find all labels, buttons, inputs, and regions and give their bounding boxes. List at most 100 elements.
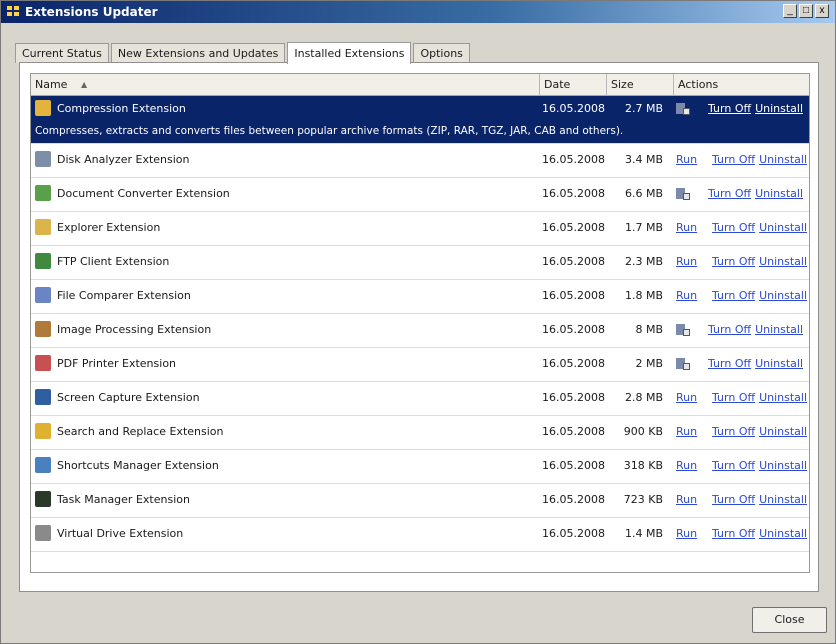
- size-cell: 3.4 MB: [624, 153, 663, 166]
- extension-name: Compression Extension: [57, 102, 186, 115]
- date-cell: 16.05.2008: [542, 221, 605, 234]
- extension-name-cell: Virtual Drive Extension: [35, 518, 540, 552]
- turn-off-link[interactable]: Turn Off: [712, 153, 755, 166]
- uninstall-link[interactable]: Uninstall: [759, 459, 807, 472]
- table-row[interactable]: Disk Analyzer Extension 16.05.2008 3.4 MB R…: [31, 144, 809, 178]
- actions-cell: Run Turn Off Uninstall: [676, 246, 809, 280]
- title-bar[interactable]: Extensions Updater _ □ x: [1, 1, 835, 23]
- run-link[interactable]: Run: [676, 144, 708, 176]
- window-controls: _ □ x: [783, 4, 829, 18]
- uninstall-link[interactable]: Uninstall: [755, 187, 803, 200]
- column-header-size[interactable]: Size: [607, 74, 674, 95]
- size-cell: 318 KB: [623, 459, 663, 472]
- run-link[interactable]: Run: [676, 212, 708, 244]
- extensions-updater-window: Extensions Updater _ □ x Current Status …: [0, 0, 836, 644]
- run-link[interactable]: Run: [676, 518, 708, 550]
- size-cell: 8 MB: [635, 323, 663, 336]
- actions-cell: Run Turn Off Uninstall: [676, 212, 809, 246]
- document-converter-icon: [35, 185, 51, 201]
- extension-name: Task Manager Extension: [57, 493, 190, 506]
- table-row[interactable]: Screen Capture Extension 16.05.2008 2.8 MB…: [31, 382, 809, 416]
- actions-cell: Run Turn Off Uninstall: [676, 484, 809, 518]
- extension-name: Disk Analyzer Extension: [57, 153, 190, 166]
- uninstall-link[interactable]: Uninstall: [759, 255, 807, 268]
- date-cell: 16.05.2008: [542, 425, 605, 438]
- actions-cell: Turn Off Uninstall: [676, 178, 809, 212]
- uninstall-link[interactable]: Uninstall: [755, 357, 803, 370]
- run-link[interactable]: Run: [676, 450, 708, 482]
- column-header-date[interactable]: Date: [540, 74, 607, 95]
- window-title: Extensions Updater: [25, 5, 158, 19]
- table-row[interactable]: Image Processing Extension 16.05.2008 8 MB…: [31, 314, 809, 348]
- table-row[interactable]: Document Converter Extension 16.05.2008 6.…: [31, 178, 809, 212]
- table-row[interactable]: File Comparer Extension 16.05.2008 1.8 MB R…: [31, 280, 809, 314]
- run-link[interactable]: Run: [676, 484, 708, 516]
- uninstall-link[interactable]: Uninstall: [759, 153, 807, 166]
- tab-current-status[interactable]: Current Status: [15, 43, 109, 63]
- tab-installed-extensions[interactable]: Installed Extensions: [287, 42, 412, 64]
- extension-name-cell: Disk Analyzer Extension: [35, 144, 540, 178]
- run-link[interactable]: Run: [676, 416, 708, 448]
- image-processing-icon: [35, 321, 51, 337]
- size-cell: 1.8 MB: [624, 289, 663, 302]
- tab-options[interactable]: Options: [413, 43, 470, 63]
- actions-cell: Turn Off Uninstall: [676, 96, 809, 122]
- uninstall-link[interactable]: Uninstall: [759, 527, 807, 540]
- table-row[interactable]: Explorer Extension 16.05.2008 1.7 MB Run Tur…: [31, 212, 809, 246]
- turn-off-link[interactable]: Turn Off: [712, 425, 755, 438]
- date-cell: 16.05.2008: [542, 323, 605, 336]
- table-row[interactable]: Task Manager Extension 16.05.2008 723 KB Ru…: [31, 484, 809, 518]
- size-cell: 723 KB: [623, 493, 663, 506]
- table-row[interactable]: FTP Client Extension 16.05.2008 2.3 MB Run T…: [31, 246, 809, 280]
- turn-off-link[interactable]: Turn Off: [712, 527, 755, 540]
- extension-name: Screen Capture Extension: [57, 391, 200, 404]
- column-header-actions[interactable]: Actions: [674, 74, 809, 95]
- table-row[interactable]: Virtual Drive Extension 16.05.2008 1.4 MB R…: [31, 518, 809, 552]
- turn-off-link[interactable]: Turn Off: [712, 493, 755, 506]
- turn-off-link[interactable]: Turn Off: [708, 102, 751, 115]
- date-cell: 16.05.2008: [542, 153, 605, 166]
- table-row[interactable]: Shortcuts Manager Extension 16.05.2008 318…: [31, 450, 809, 484]
- uninstall-link[interactable]: Uninstall: [759, 425, 807, 438]
- maximize-button[interactable]: □: [799, 4, 813, 18]
- uninstall-link[interactable]: Uninstall: [759, 289, 807, 302]
- uninstall-link[interactable]: Uninstall: [759, 221, 807, 234]
- actions-cell: Turn Off Uninstall: [676, 314, 809, 348]
- run-link[interactable]: Run: [676, 382, 708, 414]
- shortcuts-manager-icon: [35, 457, 51, 473]
- table-row[interactable]: PDF Printer Extension 16.05.2008 2 MB Turn …: [31, 348, 809, 382]
- turn-off-link[interactable]: Turn Off: [712, 391, 755, 404]
- ftp-client-icon: [35, 253, 51, 269]
- table-row[interactable]: Compression Extension 16.05.2008 2.7 MB Tur…: [31, 96, 809, 144]
- table-row[interactable]: Search and Replace Extension 16.05.2008 90…: [31, 416, 809, 450]
- turn-off-link[interactable]: Turn Off: [712, 289, 755, 302]
- turn-off-link[interactable]: Turn Off: [708, 357, 751, 370]
- extension-name: Image Processing Extension: [57, 323, 212, 336]
- extension-name: FTP Client Extension: [57, 255, 170, 268]
- close-button[interactable]: Close: [752, 607, 827, 633]
- launch-icon[interactable]: [676, 102, 690, 116]
- date-cell: 16.05.2008: [542, 493, 605, 506]
- uninstall-link[interactable]: Uninstall: [755, 323, 803, 336]
- uninstall-link[interactable]: Uninstall: [759, 391, 807, 404]
- date-cell: 16.05.2008: [542, 459, 605, 472]
- run-link[interactable]: Run: [676, 280, 708, 312]
- run-link[interactable]: Run: [676, 246, 708, 278]
- column-header-name[interactable]: Name ▲: [31, 74, 540, 95]
- turn-off-link[interactable]: Turn Off: [712, 221, 755, 234]
- turn-off-link[interactable]: Turn Off: [708, 187, 751, 200]
- tab-new-extensions-and-updates[interactable]: New Extensions and Updates: [110, 43, 286, 63]
- minimize-button[interactable]: _: [783, 4, 797, 18]
- turn-off-link[interactable]: Turn Off: [708, 323, 751, 336]
- date-cell: 16.05.2008: [542, 391, 605, 404]
- turn-off-link[interactable]: Turn Off: [712, 459, 755, 472]
- launch-icon[interactable]: [676, 323, 690, 337]
- uninstall-link[interactable]: Uninstall: [759, 493, 807, 506]
- turn-off-link[interactable]: Turn Off: [712, 255, 755, 268]
- launch-icon[interactable]: [676, 357, 690, 371]
- launch-icon[interactable]: [676, 187, 690, 201]
- actions-cell: Run Turn Off Uninstall: [676, 280, 809, 314]
- uninstall-link[interactable]: Uninstall: [755, 102, 803, 115]
- close-window-button[interactable]: x: [815, 4, 829, 18]
- table-header: Name ▲ Date Size Actions: [31, 74, 809, 96]
